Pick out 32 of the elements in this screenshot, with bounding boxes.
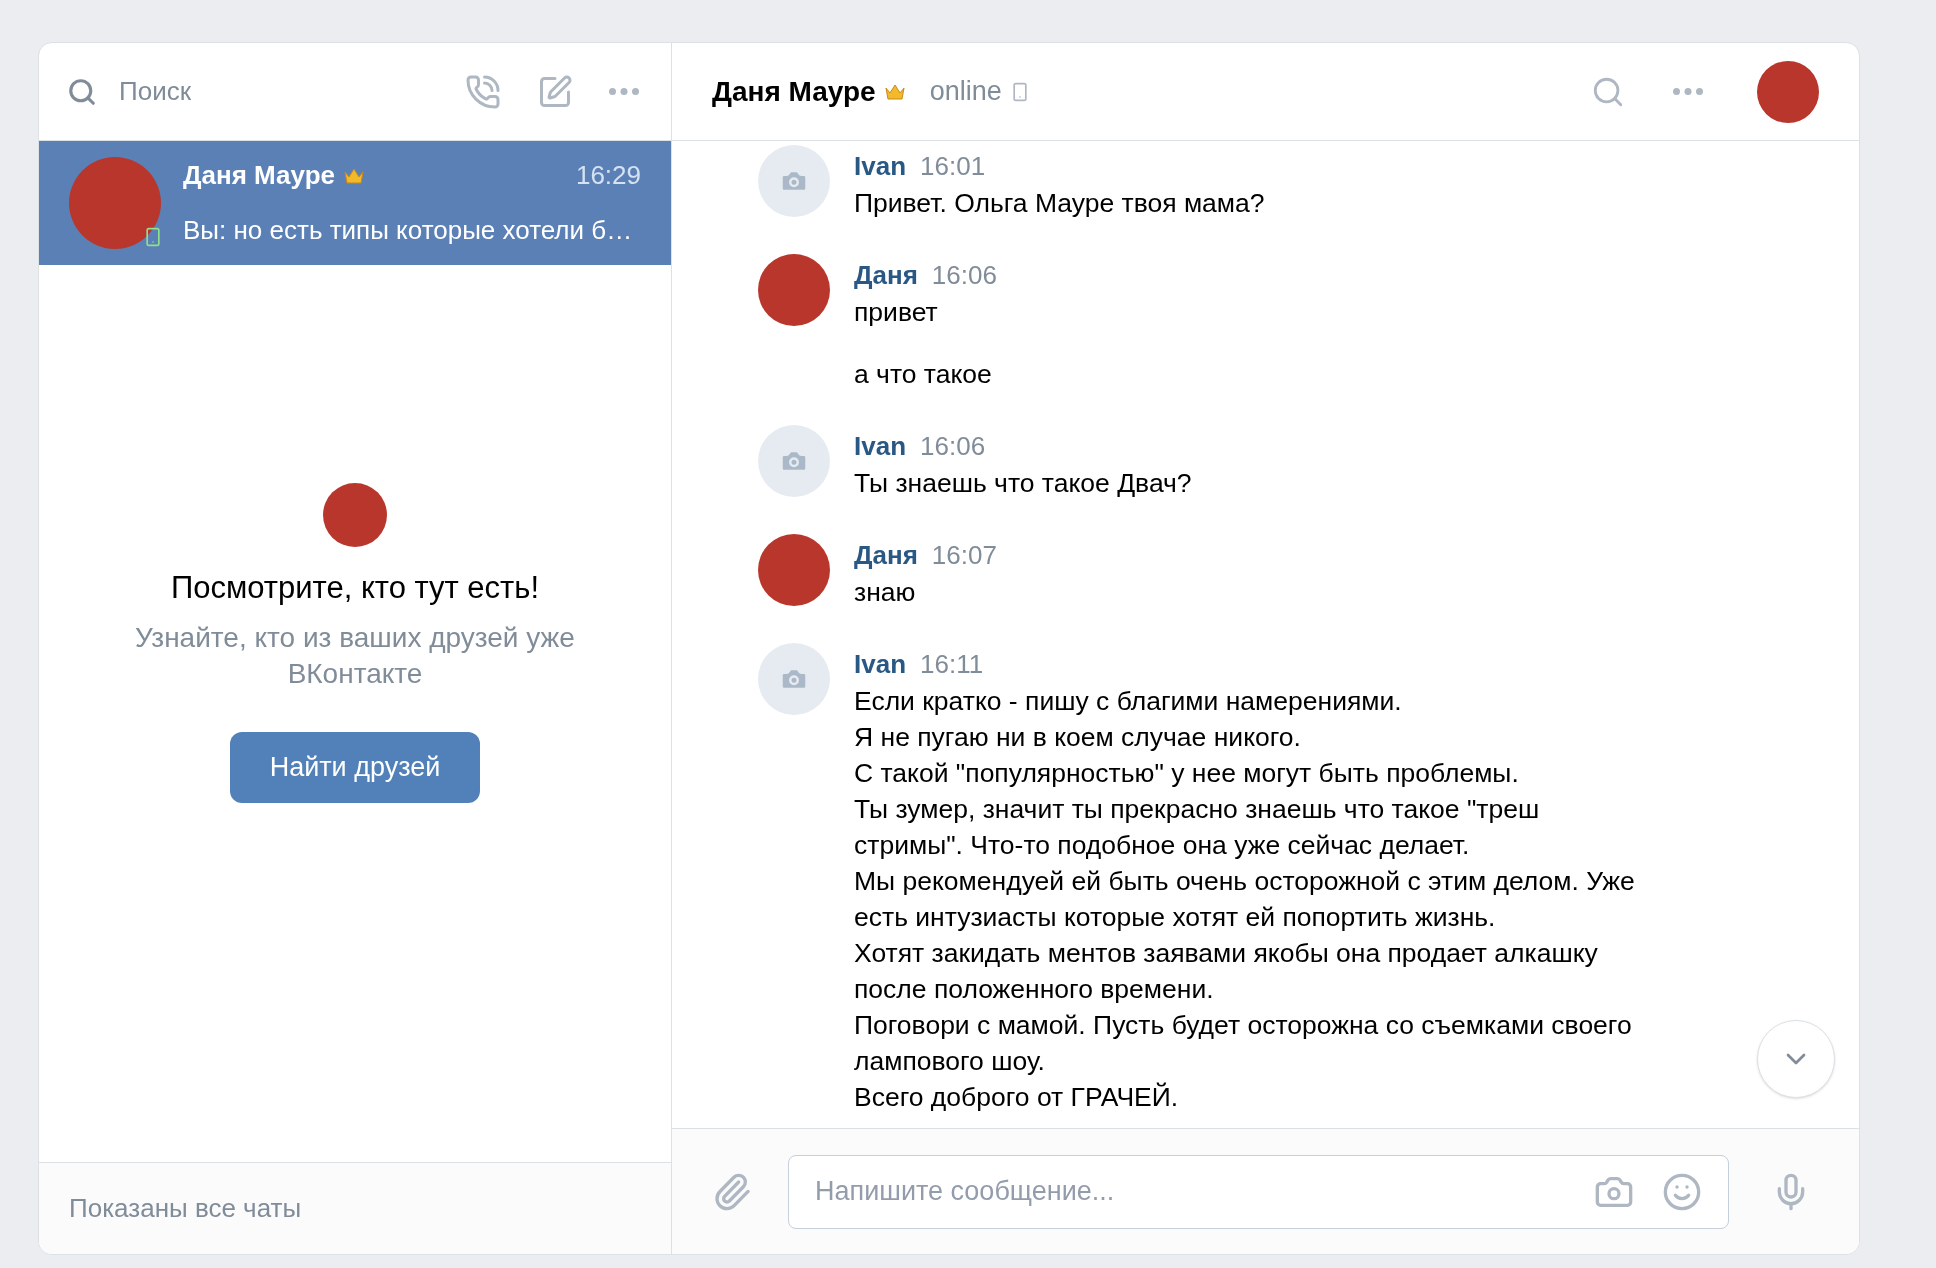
message-text: Ты знаешь что такое Двач?	[854, 467, 1193, 500]
more-icon	[1673, 88, 1703, 95]
more-icon	[609, 88, 639, 95]
chat-preview: Вы: но есть типы которые хотели б…	[183, 214, 634, 247]
chat-title: Даня Мауре	[712, 74, 876, 109]
chat-item[interactable]: Даня Мауре 16:29 Вы: но есть типы которые хотели б…	[39, 141, 671, 265]
search-icon	[67, 76, 97, 107]
online-status: online	[929, 75, 1002, 109]
message-author[interactable]: Ivan	[854, 645, 907, 684]
message-text: а что такое	[854, 358, 993, 391]
message-author[interactable]: Ivan	[854, 427, 907, 466]
message-field[interactable]: Напишите сообщение...	[788, 1154, 1729, 1229]
empty-state-title: Посмотрите, кто тут есть!	[170, 569, 540, 607]
chat-name: Даня Мауре	[183, 159, 335, 192]
search-field[interactable]: Поиск	[119, 72, 461, 111]
message-text: Привет. Ольга Мауре твоя мама?	[854, 187, 1266, 220]
emoji-icon[interactable]	[1662, 1171, 1702, 1212]
message-text: привет	[854, 296, 939, 329]
footer-text: Показаны все чаты	[69, 1192, 302, 1225]
empty-state-text: Узнайте, кто из ваших друзей уже ВКонтакте	[134, 620, 576, 691]
message-author[interactable]: Ivan	[854, 147, 907, 186]
message-time: 16:01	[920, 150, 986, 183]
message-author[interactable]: Даня	[854, 256, 918, 295]
message-text: Если кратко - пишу с благими намерениями. Я не пугаю ни в коем случае никого. С такой "популярностью" у нее могут быть проблемы. Ты зумер, значит ты прекрасно знаешь что такое "треш стримы". Что-то подобное она уже сейчас делает. Мы рекомендуей ей быть очень осторожной с этим делом. Уже есть интузиасты которые хотят ей попортить жизнь. Хотят закидать ментов заявами якобы она продает алкашку после положенного времени. Поговори с мамой. Пусть будет осторожна со съемками своего лампового шоу. Всего доброго от ГРАЧЕЙ.	[854, 685, 1636, 1114]
message-time: 16:06	[920, 430, 986, 463]
message-time: 16:07	[931, 539, 997, 572]
find-friends-button[interactable]: Найти друзей	[230, 731, 480, 803]
message-time: 16:11	[920, 648, 984, 681]
message-text: знаю	[854, 576, 917, 609]
message-author[interactable]: Даня	[854, 536, 918, 575]
message-time: 16:06	[931, 259, 997, 292]
chat-time: 16:29	[575, 159, 641, 192]
